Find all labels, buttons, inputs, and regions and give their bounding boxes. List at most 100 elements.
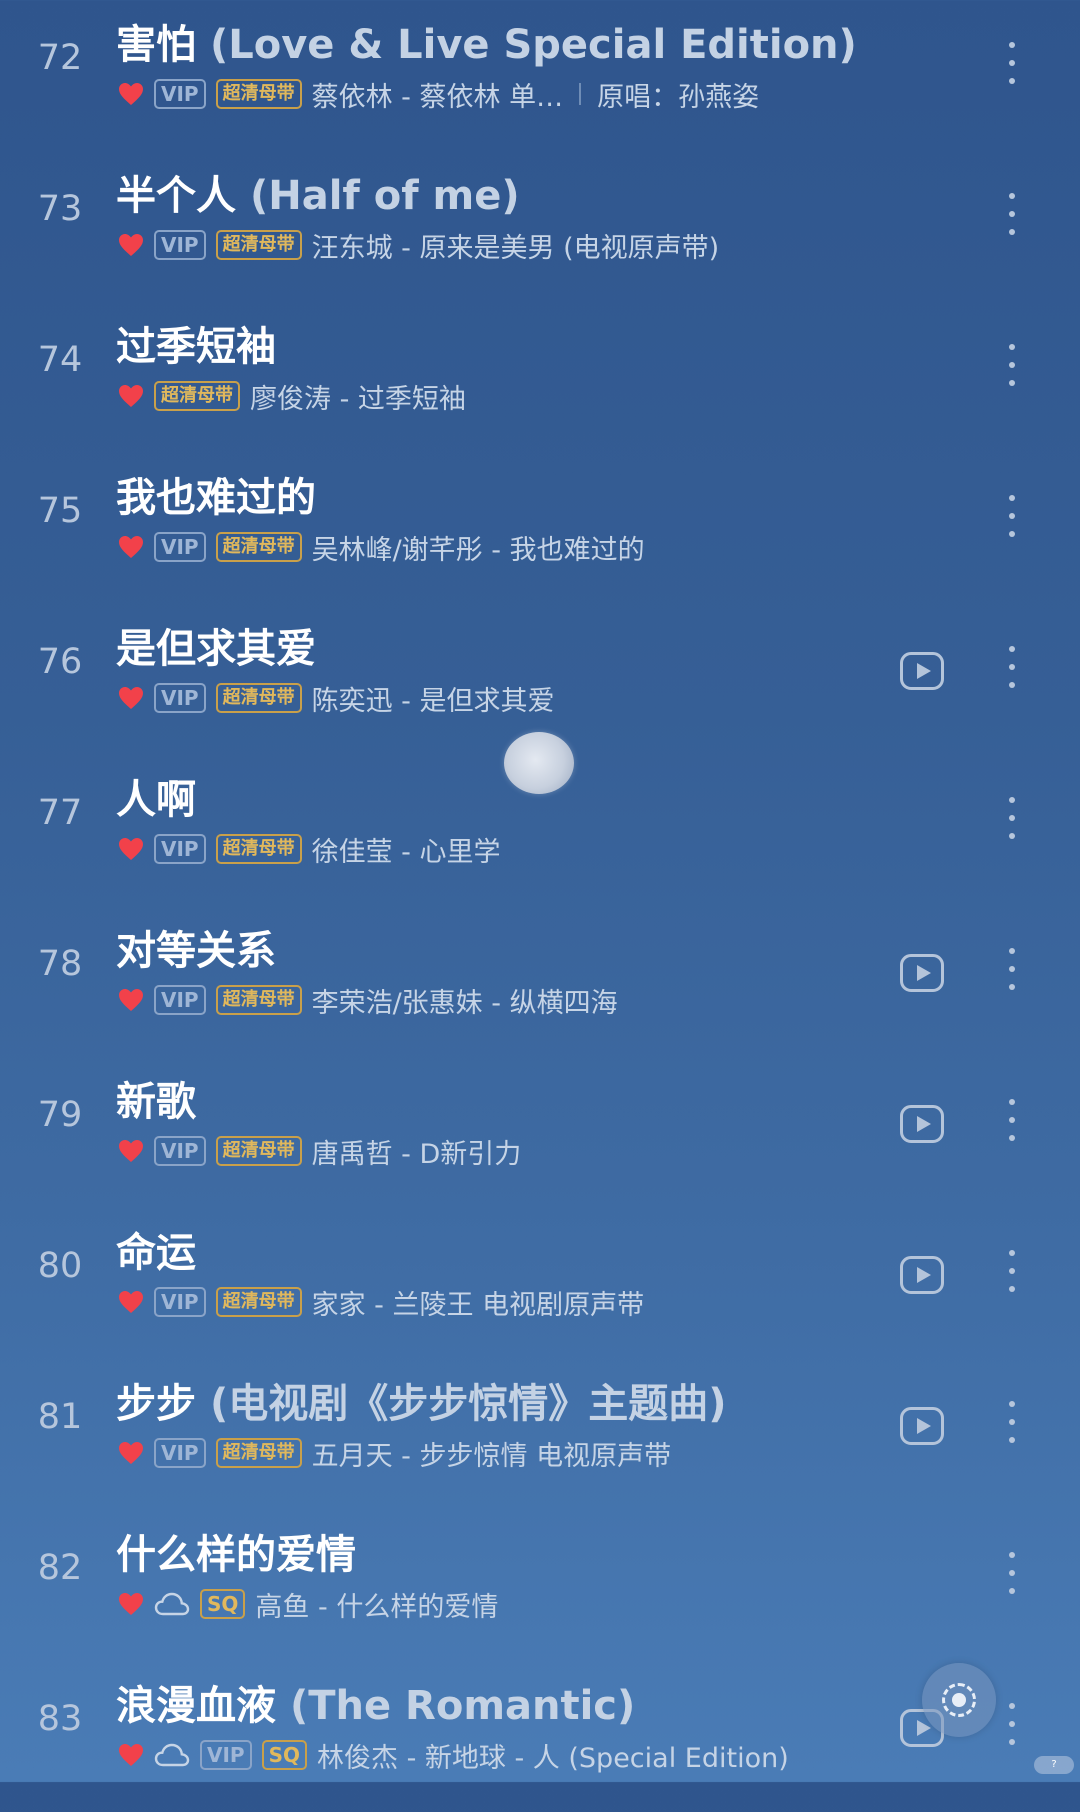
song-title[interactable]: 对等关系 xyxy=(116,918,930,976)
more-vertical-icon[interactable] xyxy=(1004,1552,1020,1594)
song-meta: VIP 超清母带 陈奕迅 - 是但求其爱 xyxy=(118,677,930,719)
heart-icon[interactable] xyxy=(118,535,144,559)
song-title[interactable]: 什么样的爱情 xyxy=(116,1522,930,1580)
sq-badge: SQ xyxy=(200,1589,246,1619)
song-title[interactable]: 命运 xyxy=(116,1220,930,1278)
song-row[interactable]: 79 新歌 VIP 超清母带 唐禹哲 - D新引力 xyxy=(0,1057,1080,1208)
video-play-icon[interactable] xyxy=(900,1407,944,1445)
video-play-icon[interactable] xyxy=(900,1105,944,1143)
song-row[interactable]: 78 对等关系 VIP 超清母带 李荣浩/张惠妹 - 纵横四海 xyxy=(0,906,1080,1057)
song-title[interactable]: 浪漫血液 (The Romantic) xyxy=(116,1673,930,1731)
song-title[interactable]: 新歌 xyxy=(116,1069,930,1127)
song-title[interactable]: 人啊 xyxy=(116,767,930,825)
song-row[interactable]: 73 半个人 (Half of me) VIP 超清母带 汪东城 - 原来是美男 (电视… xyxy=(0,151,1080,302)
vip-badge: VIP xyxy=(154,1438,206,1468)
quality-badge: 超清母带 xyxy=(215,1136,302,1166)
song-title[interactable]: 害怕 (Love & Live Special Edition) xyxy=(116,12,930,70)
heart-icon[interactable] xyxy=(118,686,144,710)
vip-badge: VIP xyxy=(154,532,206,562)
song-row[interactable]: 76 是但求其爱 VIP 超清母带 陈奕迅 - 是但求其爱 xyxy=(0,604,1080,755)
track-number: 82 xyxy=(37,1548,83,1588)
song-row[interactable]: 77 人啊 VIP 超清母带 徐佳莹 - 心里学 xyxy=(0,755,1080,906)
quality-badge: 超清母带 xyxy=(215,683,302,713)
more-vertical-icon[interactable] xyxy=(1004,1099,1020,1141)
video-play-icon[interactable] xyxy=(900,954,944,992)
song-title-text: 害怕 xyxy=(116,22,196,68)
vip-badge: VIP xyxy=(200,1740,252,1770)
artist-album: 吴林峰/谢芊彤 - 我也难过的 xyxy=(311,534,645,566)
heart-icon[interactable] xyxy=(118,82,144,106)
heart-icon[interactable] xyxy=(118,1592,144,1616)
quality-badge: 超清母带 xyxy=(215,985,302,1015)
track-number: 76 xyxy=(37,642,83,682)
song-meta: 超清母带 廖俊涛 - 过季短袖 xyxy=(118,375,930,417)
quality-badge: 超清母带 xyxy=(215,1438,302,1468)
quality-badge: 超清母带 xyxy=(215,79,302,109)
vip-badge: VIP xyxy=(154,1287,206,1317)
heart-icon[interactable] xyxy=(118,988,144,1012)
more-vertical-icon[interactable] xyxy=(1004,1401,1020,1443)
song-row[interactable]: 74 过季短袖 超清母带 廖俊涛 - 过季短袖 xyxy=(0,302,1080,453)
song-meta: VIP 超清母带 唐禹哲 - D新引力 xyxy=(118,1130,930,1172)
song-title-text: 浪漫血液 xyxy=(116,1683,276,1729)
artist-album: 高鱼 - 什么样的爱情 xyxy=(255,1591,499,1623)
heart-icon[interactable] xyxy=(118,837,144,861)
song-title-text: 是但求其爱 xyxy=(116,626,316,672)
heart-icon[interactable] xyxy=(118,233,144,257)
song-meta: VIP 超清母带 五月天 - 步步惊情 电视原声带 xyxy=(118,1432,930,1474)
song-title-text: 对等关系 xyxy=(116,928,276,974)
heart-icon[interactable] xyxy=(118,1743,144,1767)
more-vertical-icon[interactable] xyxy=(1004,193,1020,235)
song-row[interactable]: 81 步步 (电视剧《步步惊情》主题曲) VIP 超清母带 五月天 - 步步惊情 电视原… xyxy=(0,1359,1080,1510)
song-row[interactable]: 83 浪漫血液 (The Romantic) VIP SQ 林俊杰 - 新地球 - 人 … xyxy=(0,1661,1080,1812)
artist-album: 林俊杰 - 新地球 - 人 (Special Edition) xyxy=(316,1742,789,1774)
status-pill: ? xyxy=(1034,1756,1074,1774)
song-title[interactable]: 是但求其爱 xyxy=(116,616,930,674)
track-number: 72 xyxy=(37,38,83,78)
song-row[interactable]: 82 什么样的爱情 SQ 高鱼 - 什么样的爱情 xyxy=(0,1510,1080,1661)
more-vertical-icon[interactable] xyxy=(1004,1703,1020,1745)
song-meta: SQ 高鱼 - 什么样的爱情 xyxy=(118,1583,930,1625)
song-title[interactable]: 半个人 (Half of me) xyxy=(116,163,930,221)
artist-album: 李荣浩/张惠妹 - 纵横四海 xyxy=(311,987,618,1019)
more-vertical-icon[interactable] xyxy=(1004,1250,1020,1292)
more-vertical-icon[interactable] xyxy=(1004,344,1020,386)
more-vertical-icon[interactable] xyxy=(1004,948,1020,990)
now-playing-button[interactable] xyxy=(922,1663,996,1737)
artist-album: 陈奕迅 - 是但求其爱 xyxy=(311,685,555,717)
artist-album: 徐佳莹 - 心里学 xyxy=(311,836,501,868)
more-vertical-icon[interactable] xyxy=(1004,42,1020,84)
track-number: 77 xyxy=(37,793,83,833)
song-meta: VIP 超清母带 汪东城 - 原来是美男 (电视原声带) xyxy=(118,224,930,266)
song-title-text: 我也难过的 xyxy=(116,475,316,521)
song-row[interactable]: 72 害怕 (Love & Live Special Edition) VIP 超清母… xyxy=(0,0,1080,151)
song-title-text: 新歌 xyxy=(116,1079,196,1125)
heart-icon[interactable] xyxy=(118,1290,144,1314)
song-subtitle: (The Romantic) xyxy=(289,1683,636,1729)
video-play-icon[interactable] xyxy=(900,1256,944,1294)
vip-badge: VIP xyxy=(154,230,206,260)
artist-album: 廖俊涛 - 过季短袖 xyxy=(250,383,466,415)
quality-badge: 超清母带 xyxy=(215,230,302,260)
song-title-text: 半个人 xyxy=(116,173,236,219)
song-row[interactable]: 75 我也难过的 VIP 超清母带 吴林峰/谢芊彤 - 我也难过的 xyxy=(0,453,1080,604)
track-number: 81 xyxy=(37,1397,83,1437)
quality-badge: 超清母带 xyxy=(215,532,302,562)
heart-icon[interactable] xyxy=(118,1441,144,1465)
song-row[interactable]: 80 命运 VIP 超清母带 家家 - 兰陵王 电视剧原声带 xyxy=(0,1208,1080,1359)
more-vertical-icon[interactable] xyxy=(1004,797,1020,839)
video-play-icon[interactable] xyxy=(900,652,944,690)
song-title[interactable]: 过季短袖 xyxy=(116,314,930,372)
heart-icon[interactable] xyxy=(118,384,144,408)
more-vertical-icon[interactable] xyxy=(1004,495,1020,537)
song-title[interactable]: 步步 (电视剧《步步惊情》主题曲) xyxy=(116,1371,930,1429)
heart-icon[interactable] xyxy=(118,1139,144,1163)
artist-album: 唐禹哲 - D新引力 xyxy=(311,1138,522,1170)
artist-album: 五月天 - 步步惊情 电视原声带 xyxy=(311,1440,672,1472)
cloud-icon xyxy=(154,1591,190,1617)
track-number: 75 xyxy=(37,491,83,531)
more-vertical-icon[interactable] xyxy=(1004,646,1020,688)
song-title[interactable]: 我也难过的 xyxy=(116,465,930,523)
quality-badge: 超清母带 xyxy=(215,1287,302,1317)
track-number: 74 xyxy=(37,340,83,380)
